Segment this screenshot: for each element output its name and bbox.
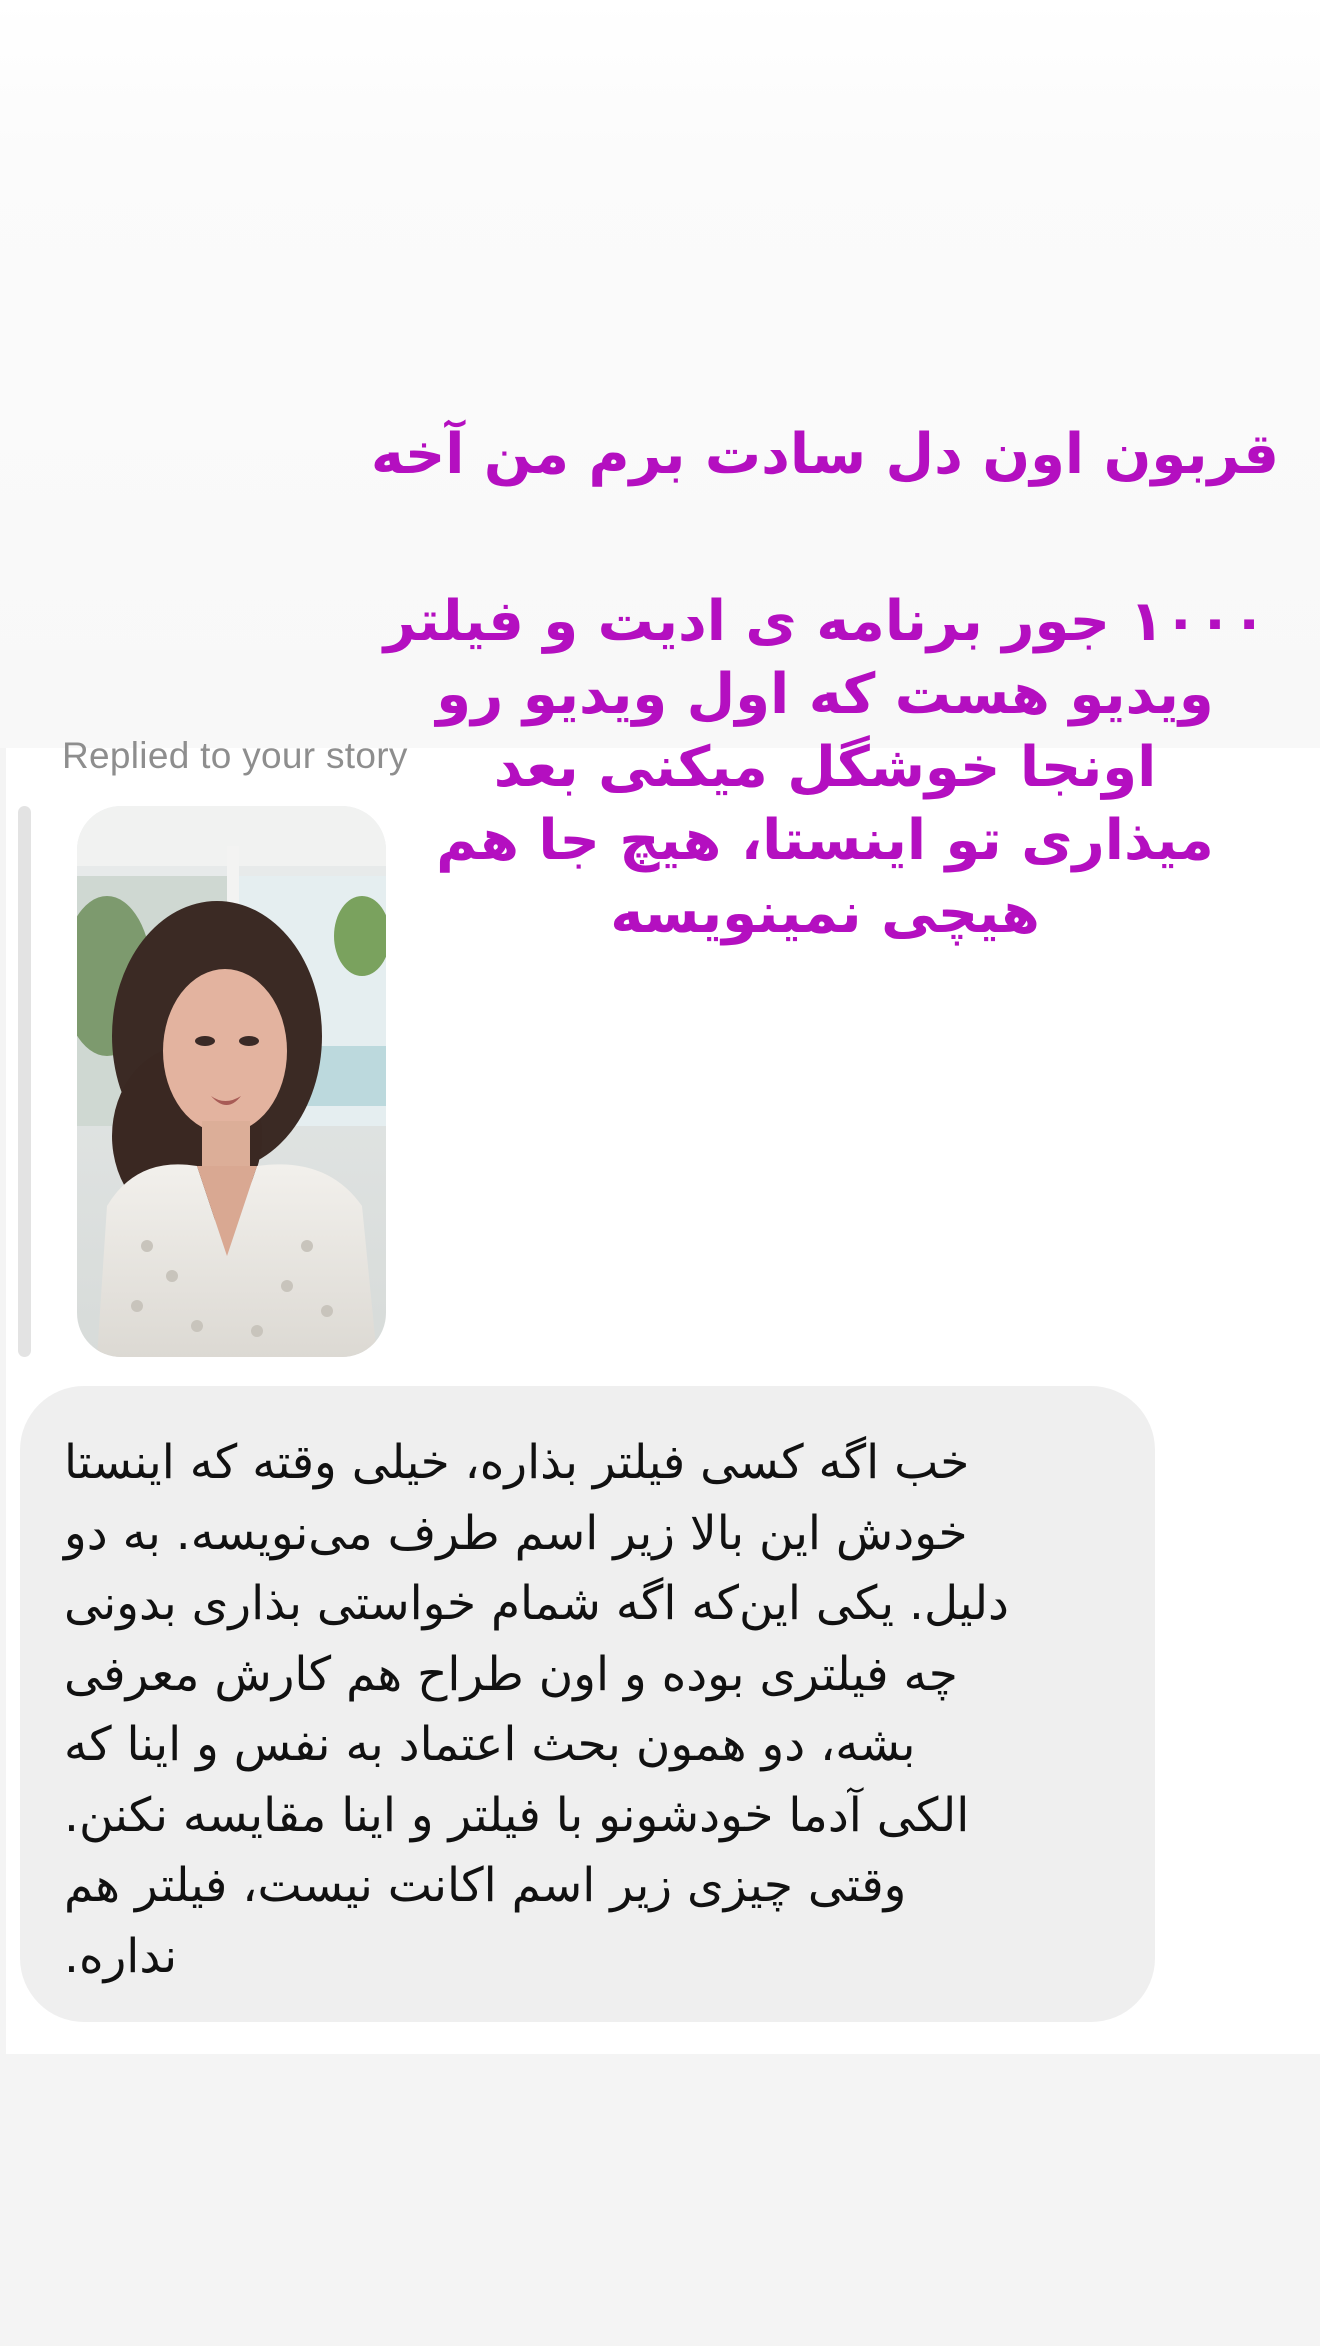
message-bubble[interactable]: خب اگه کسی فیلتر بذاره، خیلی وقته که این… xyxy=(20,1386,1155,2022)
story-overlay-line: ۱۰۰۰ جور برنامه ی ادیت و فیلتر xyxy=(383,589,1267,654)
story-overlay-line: ویدیو هست که اول ویدیو رو xyxy=(436,662,1214,727)
message-text: خب اگه کسی فیلتر بذاره، خیلی وقته که این… xyxy=(64,1428,1097,1992)
message-line: چه فیلتری بوده و اون طراح هم کارش معرفی xyxy=(64,1646,958,1702)
message-line: بشه، دو همون بحث اعتماد به نفس و اینا که xyxy=(64,1717,916,1772)
story-thumbnail[interactable] xyxy=(77,806,386,1357)
message-line: الکی آدما خودشونو با فیلتر و اینا مقایسه… xyxy=(64,1787,970,1843)
story-overlay-title: قربون اون دل سادت برم من آخه xyxy=(370,422,1280,487)
message-line: خودش این بالا زیر اسم طرف می‌نویسه. به د… xyxy=(64,1505,968,1561)
message-line: نداره. xyxy=(64,1928,178,1984)
story-overlay-line: میذاری تو اینستا، هیچ جا هم xyxy=(436,808,1214,873)
reply-indicator-bar xyxy=(18,806,31,1357)
replied-to-story-label: Replied to your story xyxy=(62,735,408,776)
story-overlay-line: هیچی نمینویسه xyxy=(610,881,1040,946)
message-line: وقتی چیزی زیر اسم اکانت نیست، فیلتر هم xyxy=(64,1858,907,1913)
message-line: خب اگه کسی فیلتر بذاره، خیلی وقته که این… xyxy=(64,1435,970,1490)
message-line: دلیل. یکی این‌که اگه شمام خواستی بذاری ب… xyxy=(64,1576,1009,1631)
story-overlay-line: اونجا خوشگل میکنی بعد xyxy=(493,735,1157,800)
story-photo-icon xyxy=(77,806,386,1357)
story-overlay-text: ۱۰۰۰ جور برنامه ی ادیت و فیلتر ویدیو هست… xyxy=(360,585,1290,950)
